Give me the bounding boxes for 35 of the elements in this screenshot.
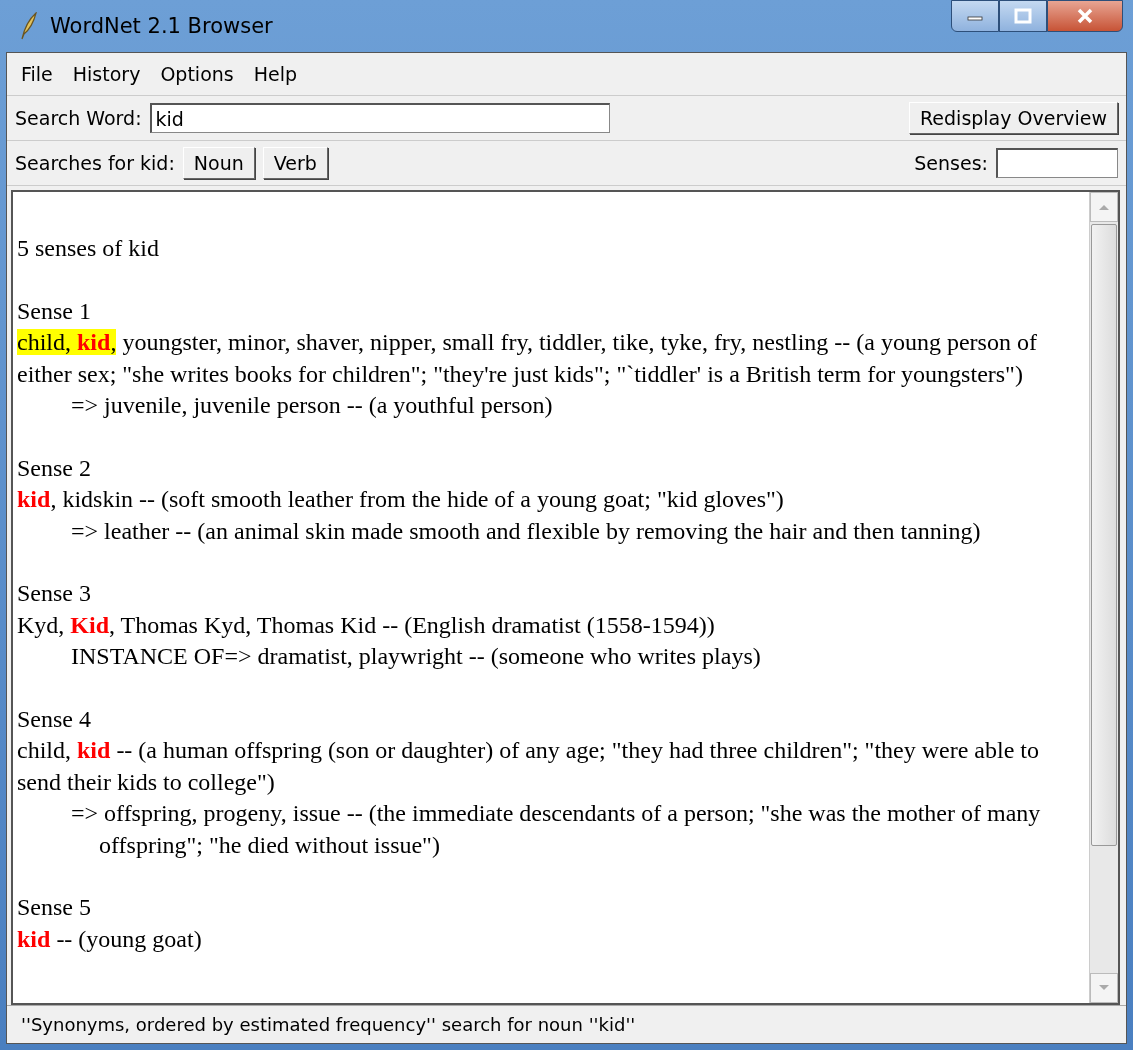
synset-text: Kyd, Kid, Thomas Kyd, Thomas Kid -- (English dramatist (1558-1594)) [17,610,716,640]
close-button[interactable] [1047,0,1123,32]
sense-heading: Sense 1 [17,296,92,326]
quill-icon [18,12,38,40]
redisplay-button[interactable]: Redisplay Overview [909,102,1118,134]
synset-text: kid, kidskin -- (soft smooth leather from the hide of a young goat; "kid gloves") [17,485,785,514]
part-of-speech-button[interactable]: Noun [182,147,255,179]
searches-label: Searches for kid: [15,152,175,174]
synset-text: kid -- (young goat) [17,924,203,954]
pointer-text: INSTANCE OF=> dramatist, playwright -- (someone who writes plays) [70,642,762,671]
menu-item[interactable]: Options [152,63,242,85]
pointer-text: => offspring, progeny, issue -- (the immediate descendants of a person; "she was the mother of many offspring"; "he died without issue") [70,799,1042,860]
minimize-button[interactable] [951,0,999,32]
sense-heading: Sense 4 [17,704,92,734]
menu-item[interactable]: Help [245,63,306,85]
pointer-text: => juvenile, juvenile person -- (a youthful person) [70,391,554,420]
synset-text: child, kid, youngster, minor, shaver, nipper, small fry, tiddler, tike, tyke, fry, nestling -- (a young person of either sex; "she writes books for children"; "they're just kids"; "`tiddler' is a British term for youngsters") [17,328,1038,389]
synset-text: child, kid -- (a human offspring (son or daughter) of any age; "they had three children"; "they were able to send their kids to college") [17,736,1040,797]
window-title: WordNet 2.1 Browser [50,14,273,38]
pointer-text: => leather -- (an animal skin made smooth and flexible by removing the hair and then tanning) [70,516,982,546]
maximize-button[interactable] [999,0,1047,32]
search-field[interactable]: kid [149,103,610,133]
sense-heading: Sense 2 [17,453,92,483]
menu-item[interactable]: File [13,63,61,85]
close-icon [1076,8,1094,24]
summary-text: 5 senses of kid [17,234,160,263]
sense-heading: Sense 5 [17,893,92,922]
senses-label: Senses: [914,152,988,174]
sense-heading: Sense 3 [17,579,92,608]
maximize-icon [1014,8,1032,24]
senses-field[interactable] [996,148,1118,178]
menu-item[interactable]: History [64,63,149,85]
search-label: Search Word: [15,107,142,129]
part-of-speech-button[interactable]: Verb [262,147,328,179]
status-bar: ''Synonyms, ordered by estimated frequency'' search for noun ''kid'' [7,1005,1126,1043]
